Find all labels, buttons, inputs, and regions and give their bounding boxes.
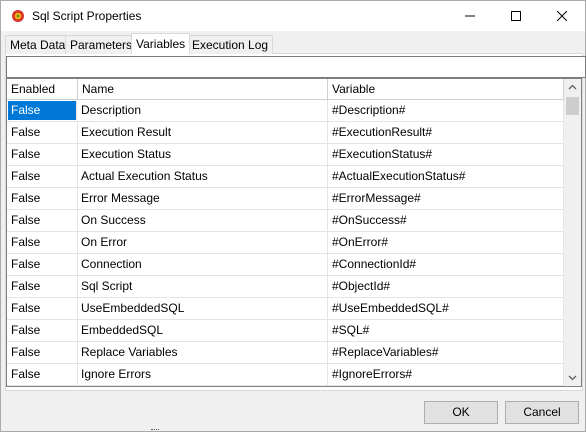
minimize-button[interactable] <box>447 1 493 31</box>
tab-bar: Meta Data Parameters Variables Execution… <box>5 33 581 54</box>
table-row[interactable]: False Actual Execution Status #ActualExe… <box>7 166 564 188</box>
filter-input[interactable] <box>6 56 586 78</box>
name-cell[interactable]: Actual Execution Status <box>78 166 328 187</box>
table-row[interactable]: False Execution Status #ExecutionStatus# <box>7 144 564 166</box>
enabled-cell[interactable]: False <box>7 320 78 341</box>
enabled-cell[interactable]: False <box>7 122 78 143</box>
variable-cell[interactable]: #OnSuccess# <box>328 210 564 231</box>
enabled-cell[interactable]: False <box>7 298 78 319</box>
variables-grid[interactable]: Enabled Name Variable False Description … <box>6 78 582 387</box>
table-row[interactable]: False Error Message #ErrorMessage# <box>7 188 564 210</box>
enabled-cell[interactable]: False <box>7 166 78 187</box>
scrollbar-thumb[interactable] <box>566 97 579 115</box>
grid-rows: False Description #Description# False Ex… <box>7 100 564 386</box>
enabled-cell[interactable]: False <box>7 364 78 385</box>
enabled-cell[interactable]: False <box>7 144 78 165</box>
enabled-cell[interactable]: False <box>7 254 78 275</box>
variable-cell[interactable]: #ExecutionResult# <box>328 122 564 143</box>
vertical-scrollbar[interactable] <box>564 79 581 386</box>
name-cell[interactable]: EmbeddedSQL <box>78 320 328 341</box>
variable-cell[interactable]: #SQL# <box>328 320 564 341</box>
name-cell[interactable]: On Success <box>78 210 328 231</box>
variable-cell[interactable]: #Description# <box>328 100 564 121</box>
table-row[interactable]: False Ignore Errors #IgnoreErrors# <box>7 364 564 386</box>
tab-parameters[interactable]: Parameters <box>65 35 138 54</box>
name-cell[interactable]: Error Message <box>78 188 328 209</box>
scroll-up-button[interactable] <box>564 79 581 96</box>
name-cell[interactable]: Description <box>78 100 328 121</box>
enabled-cell[interactable]: False <box>7 276 78 297</box>
maximize-button[interactable] <box>493 1 539 31</box>
variable-cell[interactable]: #ReplaceVariables# <box>328 342 564 363</box>
variable-cell[interactable]: #UseEmbeddedSQL# <box>328 298 564 319</box>
column-header-name[interactable]: Name <box>78 79 328 99</box>
cancel-button[interactable]: Cancel <box>505 401 579 424</box>
name-cell[interactable]: Execution Status <box>78 144 328 165</box>
tab-execution-log[interactable]: Execution Log <box>187 35 274 54</box>
column-header-enabled[interactable]: Enabled <box>7 79 78 99</box>
variable-cell[interactable]: #ConnectionId# <box>328 254 564 275</box>
table-row[interactable]: False Connection #ConnectionId# <box>7 254 564 276</box>
variable-cell[interactable]: #OnError# <box>328 232 564 253</box>
name-cell[interactable]: Sql Script <box>78 276 328 297</box>
column-header-variable[interactable]: Variable <box>328 79 564 99</box>
variable-cell[interactable]: #ActualExecutionStatus# <box>328 166 564 187</box>
table-row[interactable]: False Replace Variables #ReplaceVariable… <box>7 342 564 364</box>
enabled-cell[interactable]: False <box>7 210 78 231</box>
variable-cell[interactable]: #ExecutionStatus# <box>328 144 564 165</box>
table-row[interactable]: False On Error #OnError# <box>7 232 564 254</box>
name-cell[interactable]: Connection <box>78 254 328 275</box>
grid-header: Enabled Name Variable <box>7 79 564 100</box>
variable-cell[interactable]: #ErrorMessage# <box>328 188 564 209</box>
dialog-window: Sql Script Properties Meta Data Paramete… <box>0 0 586 432</box>
table-row[interactable]: False EmbeddedSQL #SQL# <box>7 320 564 342</box>
name-cell[interactable]: Execution Result <box>78 122 328 143</box>
table-row[interactable]: False On Success #OnSuccess# <box>7 210 564 232</box>
tab-meta-data[interactable]: Meta Data <box>5 35 71 54</box>
name-cell[interactable]: Replace Variables <box>78 342 328 363</box>
title-bar[interactable]: Sql Script Properties <box>1 1 585 31</box>
table-row[interactable]: False Execution Result #ExecutionResult# <box>7 122 564 144</box>
chevron-up-icon <box>568 84 577 90</box>
ok-button[interactable]: OK <box>424 401 498 424</box>
close-icon <box>557 11 567 21</box>
name-cell[interactable]: On Error <box>78 232 328 253</box>
scroll-down-button[interactable] <box>564 369 581 386</box>
close-button[interactable] <box>539 1 585 31</box>
variable-cell[interactable]: #ObjectId# <box>328 276 564 297</box>
tab-variables[interactable]: Variables <box>131 33 191 54</box>
table-row[interactable]: False Description #Description# <box>7 100 564 122</box>
variable-cell[interactable]: #IgnoreErrors# <box>328 364 564 385</box>
chevron-down-icon <box>568 375 577 381</box>
window-title: Sql Script Properties <box>32 9 142 23</box>
enabled-cell[interactable]: False <box>7 188 78 209</box>
maximize-icon <box>511 11 521 21</box>
table-row[interactable]: False UseEmbeddedSQL #UseEmbeddedSQL# <box>7 298 564 320</box>
minimize-icon <box>465 15 475 17</box>
enabled-cell[interactable]: False <box>7 342 78 363</box>
enabled-cell[interactable]: False <box>8 101 77 120</box>
name-cell[interactable]: UseEmbeddedSQL <box>78 298 328 319</box>
app-icon <box>11 9 25 23</box>
table-row[interactable]: False Sql Script #ObjectId# <box>7 276 564 298</box>
enabled-cell[interactable]: False <box>7 232 78 253</box>
name-cell[interactable]: Ignore Errors <box>78 364 328 385</box>
